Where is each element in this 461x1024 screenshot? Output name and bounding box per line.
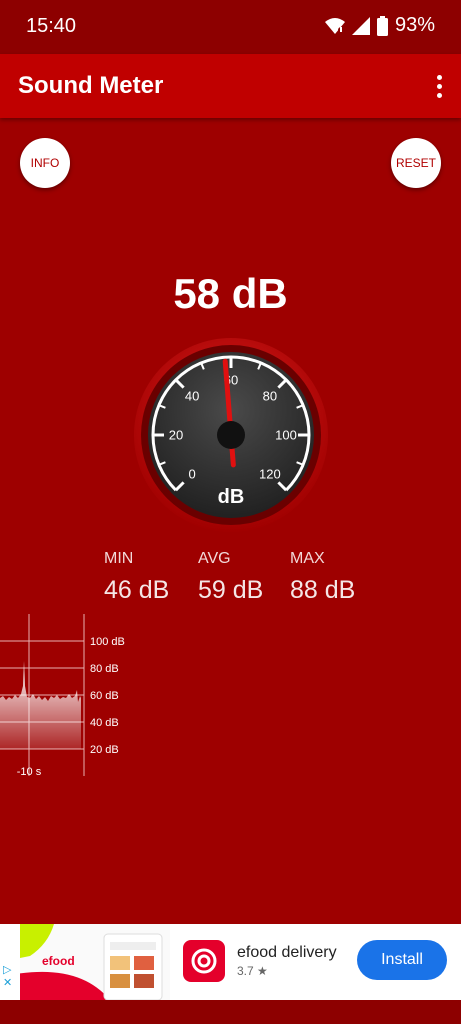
history-y-label: 100 dB <box>90 636 125 648</box>
status-bar: 15:40 93% <box>0 0 461 54</box>
overflow-dot <box>436 74 442 80</box>
install-button[interactable]: Install <box>357 940 447 980</box>
battery-icon <box>376 15 388 36</box>
gauge-tick-label: 120 <box>259 466 281 481</box>
history-y-label: 40 dB <box>90 717 119 729</box>
stat-avg-value: 59 dB <box>198 576 264 604</box>
stat-max: MAX 88 dB <box>290 550 355 605</box>
stat-max-label: MAX <box>290 550 325 567</box>
stat-max-value: 88 dB <box>290 576 356 604</box>
gauge-hub <box>217 421 245 449</box>
more-options-icon[interactable] <box>431 72 447 100</box>
efood-logo-icon[interactable] <box>183 940 225 982</box>
overflow-dot <box>436 83 442 89</box>
app-bar: Sound Meter <box>0 54 461 118</box>
sound-history-chart: 100 dB 80 dB 60 dB 40 dB 20 dB -10 s <box>0 614 125 778</box>
ad-thumb-logo: efood <box>42 954 75 968</box>
gauge-tick-label: 80 <box>263 389 277 404</box>
stat-min-label: MIN <box>104 550 134 567</box>
stat-min: MIN 46 dB <box>104 550 169 605</box>
status-icons: 93% <box>324 14 435 37</box>
info-button[interactable]: INFO <box>20 138 70 188</box>
stat-min-value: 46 dB <box>104 576 170 604</box>
battery-percent: 93% <box>394 14 435 36</box>
ad-banner[interactable]: ▷ ✕ efood efood delivery 3.7 ★ Install <box>0 924 461 1000</box>
signal-icon <box>351 16 370 35</box>
stat-avg: AVG 59 dB <box>198 550 263 605</box>
stat-avg-label: AVG <box>198 550 231 567</box>
sound-level-gauge: 020406080100120 dB <box>134 338 328 532</box>
history-y-label: 60 dB <box>90 690 119 702</box>
app-title: Sound Meter <box>18 72 164 99</box>
ad-rating: 3.7 ★ <box>237 964 268 978</box>
reset-button[interactable]: RESET <box>391 138 441 188</box>
gauge-tick-label: 0 <box>188 466 195 481</box>
wifi-icon <box>324 17 345 34</box>
gauge-tick-label: 20 <box>169 428 183 443</box>
current-db-readout: 58 dB <box>173 270 288 317</box>
gauge-unit-label: dB <box>218 486 245 508</box>
ad-screenshot[interactable]: efood <box>20 924 170 1000</box>
gauge-tick-label: 100 <box>275 428 297 443</box>
navigation-bar <box>0 1000 461 1024</box>
status-time: 15:40 <box>26 15 77 37</box>
history-y-label: 20 dB <box>90 744 119 756</box>
history-level-area <box>0 661 81 749</box>
overflow-dot <box>436 92 442 98</box>
gauge-tick-label: 40 <box>185 389 199 404</box>
adchoices-icon[interactable]: ▷ ✕ <box>3 964 12 990</box>
history-y-label: 80 dB <box>90 663 119 675</box>
ad-title[interactable]: efood delivery <box>237 944 337 962</box>
history-x-label: -10 s <box>17 766 42 778</box>
